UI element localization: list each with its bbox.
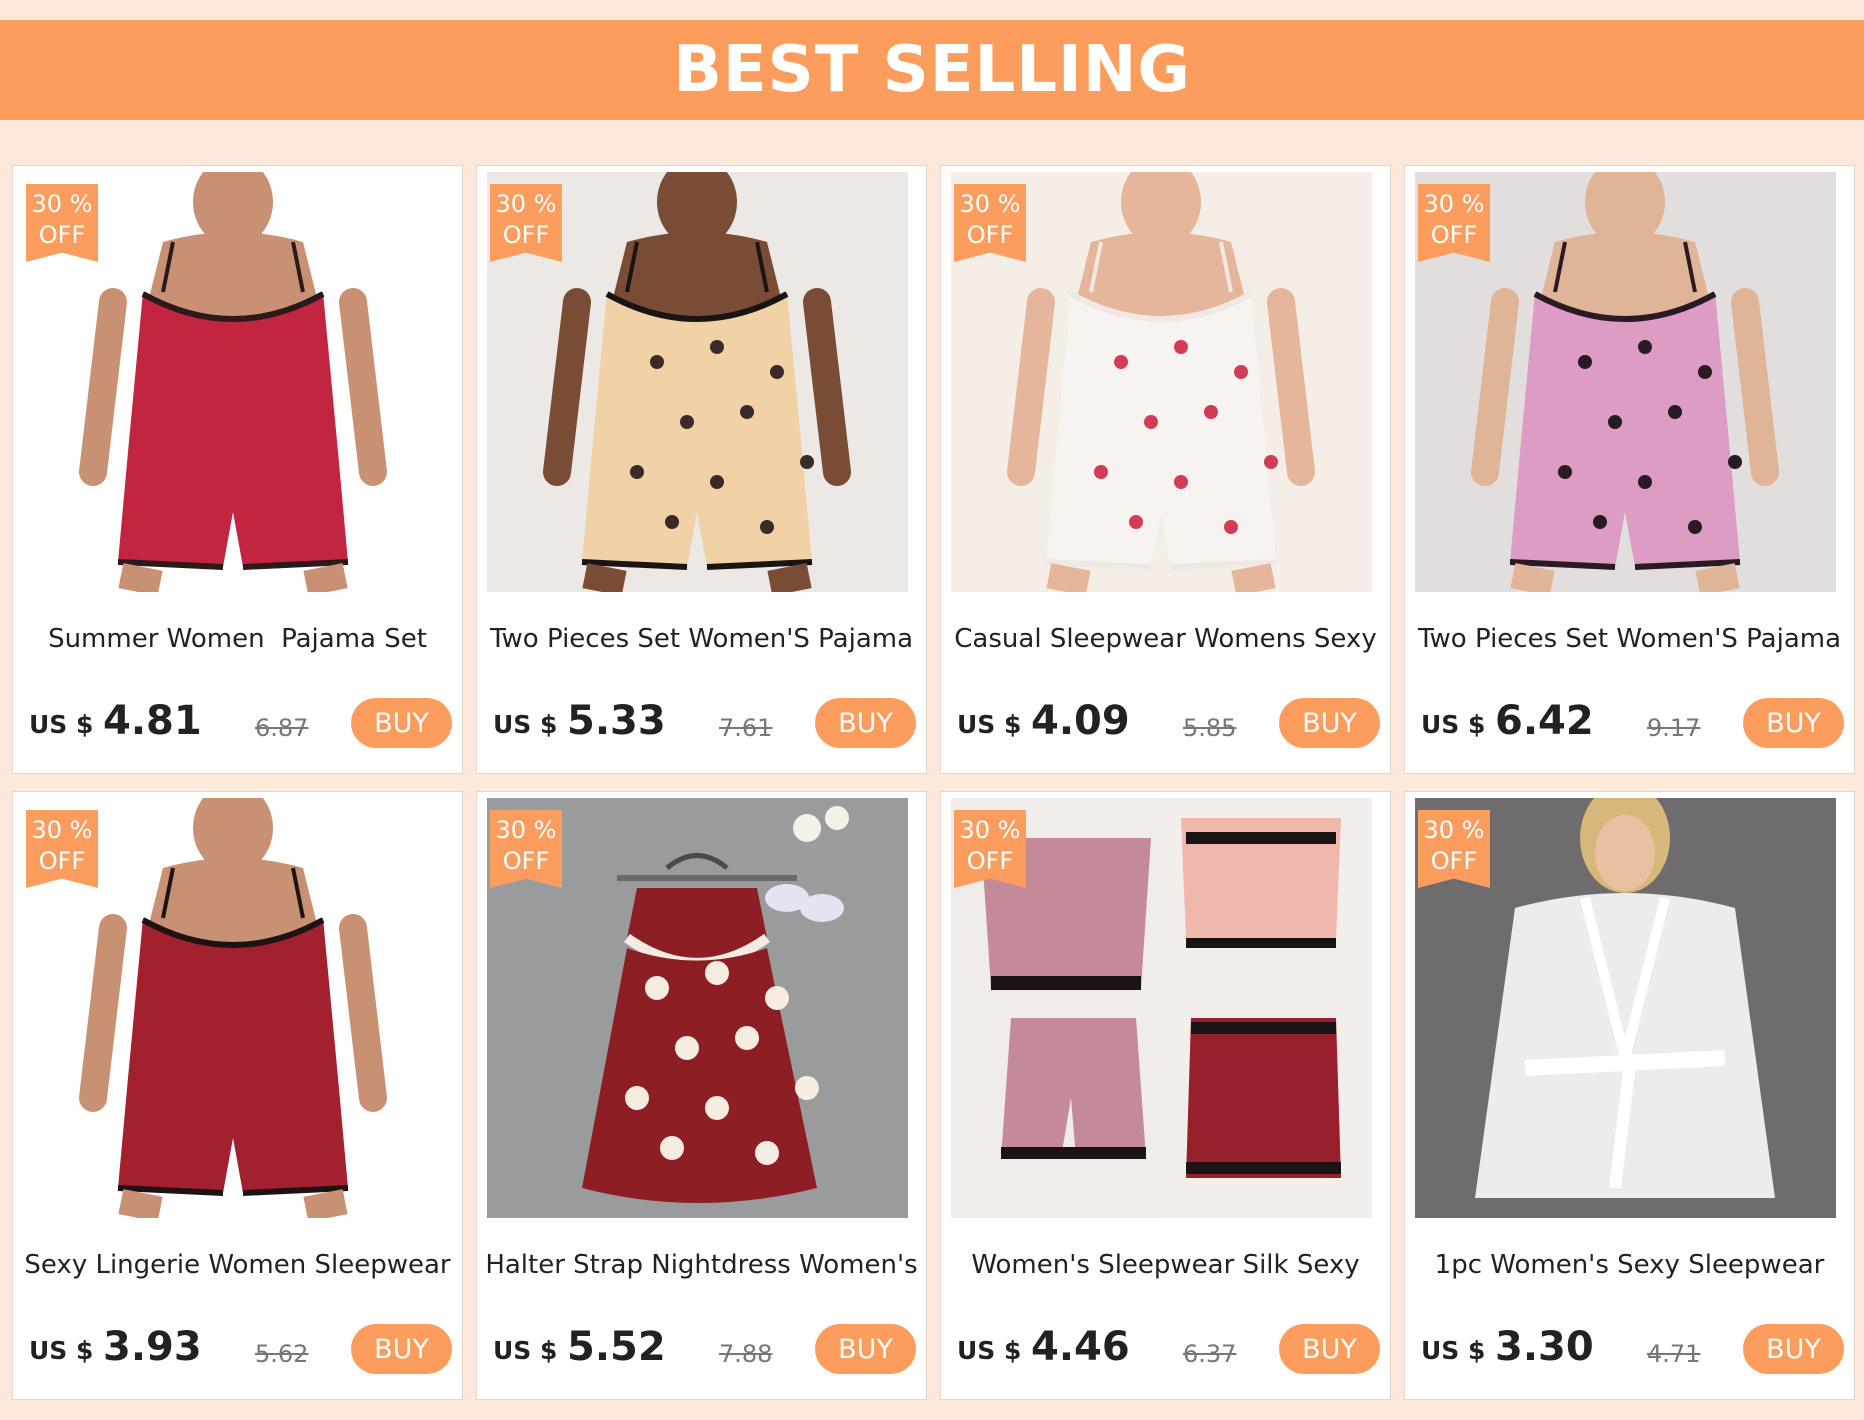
product-name[interactable]: Halter Strap Nightdress Women's: [477, 1250, 926, 1280]
sale-price: 3.30: [1495, 1324, 1594, 1370]
product-card[interactable]: 30 % OFF Two Pieces Set Women'S Pajama U…: [476, 165, 927, 774]
price-row: US $ 5.33 7.61 BUY: [493, 698, 916, 750]
discount-off-label: OFF: [502, 847, 550, 875]
discount-off-label: OFF: [1430, 847, 1478, 875]
price-row: US $ 4.81 6.87 BUY: [29, 698, 452, 750]
discount-percent: 30 %: [959, 816, 1021, 844]
currency-label: US $: [1421, 710, 1486, 739]
currency-label: US $: [957, 1336, 1022, 1365]
product-grid: 30 % OFF Summer Women Pajama Set US $ 4.…: [12, 165, 1856, 1400]
price-row: US $ 4.46 6.37 BUY: [957, 1324, 1380, 1376]
discount-percent: 30 %: [31, 816, 93, 844]
product-name[interactable]: Two Pieces Set Women'S Pajama: [1405, 624, 1854, 654]
buy-button[interactable]: BUY: [1279, 1324, 1380, 1374]
discount-percent: 30 %: [31, 190, 93, 218]
sale-price: 4.09: [1031, 698, 1130, 744]
sale-price: 6.42: [1495, 698, 1594, 744]
currency-label: US $: [29, 1336, 94, 1365]
discount-off-label: OFF: [1430, 221, 1478, 249]
original-price: 7.88: [719, 1340, 773, 1368]
product-card[interactable]: 30 % OFF Two Pieces Set Women'S Pajama U…: [1404, 165, 1855, 774]
buy-button[interactable]: BUY: [1743, 1324, 1844, 1374]
original-price: 6.87: [255, 714, 309, 742]
product-name[interactable]: Casual Sleepwear Womens Sexy: [941, 624, 1390, 654]
currency-label: US $: [29, 710, 94, 739]
buy-button[interactable]: BUY: [351, 1324, 452, 1374]
original-price: 4.71: [1647, 1340, 1701, 1368]
discount-percent: 30 %: [959, 190, 1021, 218]
discount-off-label: OFF: [38, 221, 86, 249]
sale-price: 4.81: [103, 698, 202, 744]
sale-price: 5.33: [567, 698, 666, 744]
discount-badge: 30 % OFF: [1418, 810, 1490, 888]
discount-off-label: OFF: [502, 221, 550, 249]
currency-label: US $: [493, 710, 558, 739]
currency-label: US $: [957, 710, 1022, 739]
sale-price: 4.46: [1031, 1324, 1130, 1370]
original-price: 5.85: [1183, 714, 1237, 742]
discount-percent: 30 %: [1423, 190, 1485, 218]
buy-button[interactable]: BUY: [815, 698, 916, 748]
discount-percent: 30 %: [495, 816, 557, 844]
discount-off-label: OFF: [38, 847, 86, 875]
product-card[interactable]: 30 % OFF 1pc Women's Sexy Sleepwear US $…: [1404, 791, 1855, 1400]
discount-badge: 30 % OFF: [490, 810, 562, 888]
discount-badge: 30 % OFF: [26, 810, 98, 888]
product-card[interactable]: 30 % OFF Women's Sleepwear Silk Sexy US …: [940, 791, 1391, 1400]
price-row: US $ 3.30 4.71 BUY: [1421, 1324, 1844, 1376]
original-price: 6.37: [1183, 1340, 1237, 1368]
banner-title: BEST SELLING: [673, 33, 1191, 107]
original-price: 9.17: [1647, 714, 1701, 742]
product-name[interactable]: Summer Women Pajama Set: [13, 624, 462, 654]
price-row: US $ 4.09 5.85 BUY: [957, 698, 1380, 750]
price-row: US $ 5.52 7.88 BUY: [493, 1324, 916, 1376]
product-card[interactable]: 30 % OFF Sexy Lingerie Women Sleepwear U…: [12, 791, 463, 1400]
discount-badge: 30 % OFF: [954, 810, 1026, 888]
price-row: US $ 3.93 5.62 BUY: [29, 1324, 452, 1376]
buy-button[interactable]: BUY: [815, 1324, 916, 1374]
discount-percent: 30 %: [495, 190, 557, 218]
product-name[interactable]: Women's Sleepwear Silk Sexy: [941, 1250, 1390, 1280]
discount-badge: 30 % OFF: [954, 184, 1026, 262]
buy-button[interactable]: BUY: [351, 698, 452, 748]
buy-button[interactable]: BUY: [1279, 698, 1380, 748]
discount-off-label: OFF: [966, 221, 1014, 249]
product-card[interactable]: 30 % OFF Casual Sleepwear Womens Sexy US…: [940, 165, 1391, 774]
sale-price: 3.93: [103, 1324, 202, 1370]
currency-label: US $: [493, 1336, 558, 1365]
discount-badge: 30 % OFF: [490, 184, 562, 262]
original-price: 7.61: [719, 714, 773, 742]
product-name[interactable]: 1pc Women's Sexy Sleepwear: [1405, 1250, 1854, 1280]
original-price: 5.62: [255, 1340, 309, 1368]
product-name[interactable]: Two Pieces Set Women'S Pajama: [477, 624, 926, 654]
sale-price: 5.52: [567, 1324, 666, 1370]
price-row: US $ 6.42 9.17 BUY: [1421, 698, 1844, 750]
product-name[interactable]: Sexy Lingerie Women Sleepwear: [13, 1250, 462, 1280]
product-card[interactable]: 30 % OFF Halter Strap Nightdress Women's…: [476, 791, 927, 1400]
best-selling-banner: BEST SELLING: [0, 20, 1864, 120]
discount-percent: 30 %: [1423, 816, 1485, 844]
product-card[interactable]: 30 % OFF Summer Women Pajama Set US $ 4.…: [12, 165, 463, 774]
currency-label: US $: [1421, 1336, 1486, 1365]
discount-badge: 30 % OFF: [1418, 184, 1490, 262]
discount-off-label: OFF: [966, 847, 1014, 875]
discount-badge: 30 % OFF: [26, 184, 98, 262]
buy-button[interactable]: BUY: [1743, 698, 1844, 748]
